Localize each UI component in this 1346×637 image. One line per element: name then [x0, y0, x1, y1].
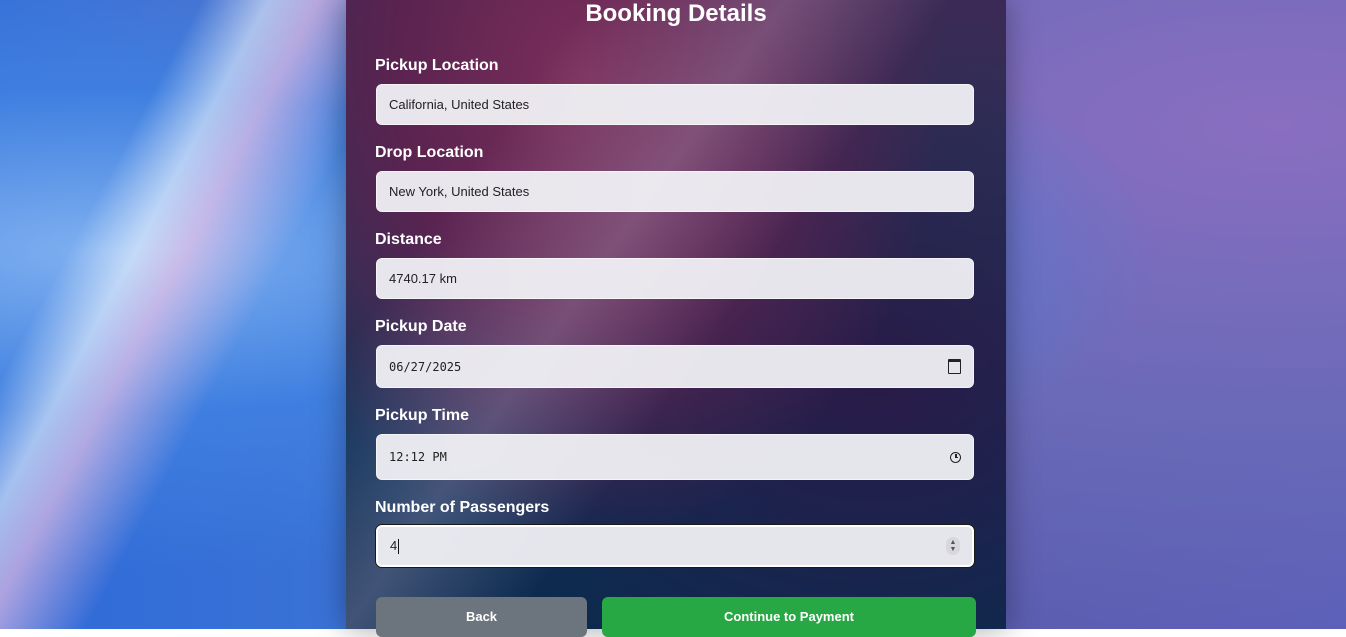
stepper-up-icon[interactable]: ▲ [950, 539, 957, 546]
booking-panel: Booking Details Pickup Location Californ… [346, 0, 1006, 629]
passengers-field[interactable]: 4 ▲ ▼ [376, 525, 974, 567]
drop-location-field[interactable]: New York, United States [376, 171, 974, 212]
pickup-location-label: Pickup Location [375, 57, 499, 75]
distance-label: Distance [375, 231, 442, 249]
pickup-time-field[interactable]: 12:12 PM [376, 434, 974, 480]
text-caret [398, 539, 399, 554]
continue-to-payment-button[interactable]: Continue to Payment [602, 597, 976, 637]
pickup-location-value: California, United States [389, 97, 961, 112]
back-button[interactable]: Back [376, 597, 587, 637]
passengers-value: 4 [390, 538, 397, 553]
stepper-down-icon[interactable]: ▼ [950, 546, 957, 553]
pickup-time-value: 12:12 PM [389, 450, 950, 464]
pickup-date-value: 06/27/2025 [389, 360, 948, 374]
pickup-date-field[interactable]: 06/27/2025 [376, 345, 974, 388]
page-title: Booking Details [346, 0, 1006, 28]
drop-location-label: Drop Location [375, 144, 483, 162]
passengers-label: Number of Passengers [375, 499, 549, 517]
number-stepper[interactable]: ▲ ▼ [946, 537, 960, 555]
distance-field[interactable]: 4740.17 km [376, 258, 974, 299]
pickup-time-label: Pickup Time [375, 407, 469, 425]
calendar-icon[interactable] [948, 359, 961, 374]
drop-location-value: New York, United States [389, 184, 961, 199]
pickup-date-label: Pickup Date [375, 318, 467, 336]
clock-icon[interactable] [950, 452, 961, 463]
distance-value: 4740.17 km [389, 271, 961, 286]
pickup-location-field[interactable]: California, United States [376, 84, 974, 125]
